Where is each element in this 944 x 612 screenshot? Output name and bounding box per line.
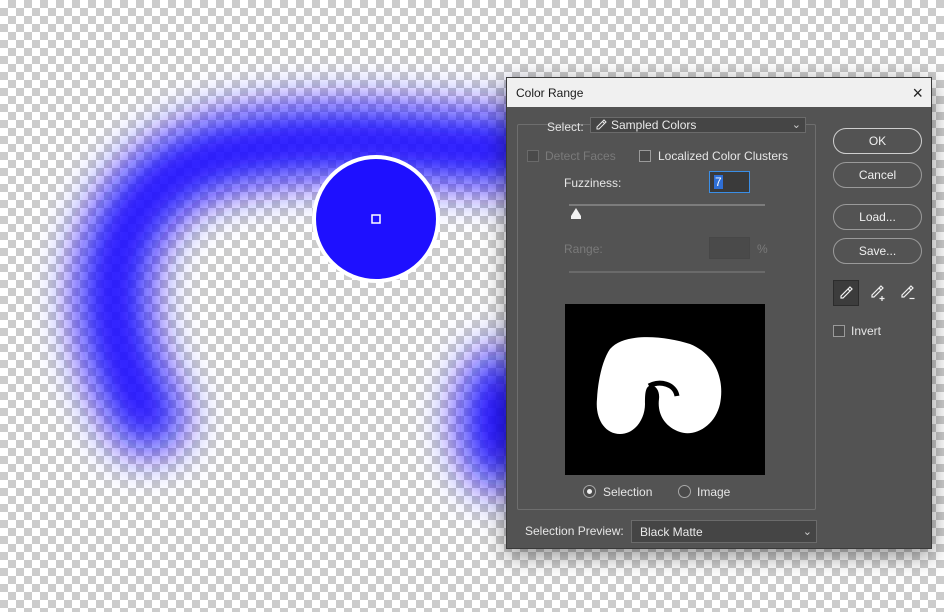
eyedropper-icon	[840, 286, 853, 299]
select-value: Sampled Colors	[611, 118, 697, 132]
localized-color-clusters-label: Localized Color Clusters	[658, 149, 789, 163]
dialog-titlebar[interactable]: Color Range ×	[507, 78, 931, 107]
eyedropper-plus-icon	[871, 285, 885, 301]
ok-button[interactable]: OK	[833, 128, 922, 154]
detect-faces-label: Detect Faces	[545, 149, 616, 163]
fuzziness-label: Fuzziness:	[564, 176, 622, 190]
range-label: Range:	[564, 242, 603, 256]
close-icon[interactable]: ×	[912, 84, 923, 102]
localized-color-clusters-checkbox[interactable]	[639, 150, 651, 165]
chevron-down-icon: ⌄	[791, 119, 801, 131]
selection-radio[interactable]	[583, 485, 596, 501]
range-slider-track	[569, 271, 765, 273]
selection-preview-label: Selection Preview:	[525, 524, 624, 538]
image-radio-label: Image	[697, 485, 731, 499]
select-label: Select:	[547, 120, 584, 134]
eyedropper-minus-icon	[901, 285, 915, 300]
fuzziness-slider-track[interactable]	[569, 204, 765, 206]
chevron-down-icon: ⌄	[802, 526, 812, 538]
range-unit: %	[757, 242, 768, 256]
invert-label: Invert	[851, 324, 882, 338]
selection-radio-label: Selection	[603, 485, 653, 499]
select-dropdown[interactable]: Sampled Colors ⌄	[590, 117, 806, 133]
eyedropper-icon	[596, 119, 607, 130]
selection-preview	[565, 304, 765, 475]
fuzziness-input[interactable]: 7	[709, 171, 750, 193]
range-input	[709, 237, 750, 259]
cancel-button[interactable]: Cancel	[833, 162, 922, 188]
invert-checkbox[interactable]	[833, 325, 845, 340]
load-button[interactable]: Load...	[833, 204, 922, 230]
color-range-dialog: Color Range × Select: Sampled Colors ⌄ D…	[506, 77, 932, 549]
eyedropper-tool-button[interactable]	[833, 280, 859, 306]
image-radio[interactable]	[678, 485, 691, 501]
detect-faces-checkbox	[527, 150, 539, 165]
save-button[interactable]: Save...	[833, 238, 922, 264]
sampler-loupe[interactable]	[312, 155, 440, 283]
add-to-sample-button[interactable]	[865, 280, 891, 306]
selection-preview-value: Black Matte	[640, 524, 703, 539]
fuzziness-slider-thumb[interactable]	[570, 208, 581, 219]
subtract-from-sample-button[interactable]	[895, 280, 921, 306]
selection-preview-dropdown[interactable]: Black Matte ⌄	[631, 520, 817, 543]
fuzziness-value: 7	[714, 175, 723, 189]
dialog-title: Color Range	[516, 85, 584, 100]
selection-mask-preview	[596, 337, 722, 434]
